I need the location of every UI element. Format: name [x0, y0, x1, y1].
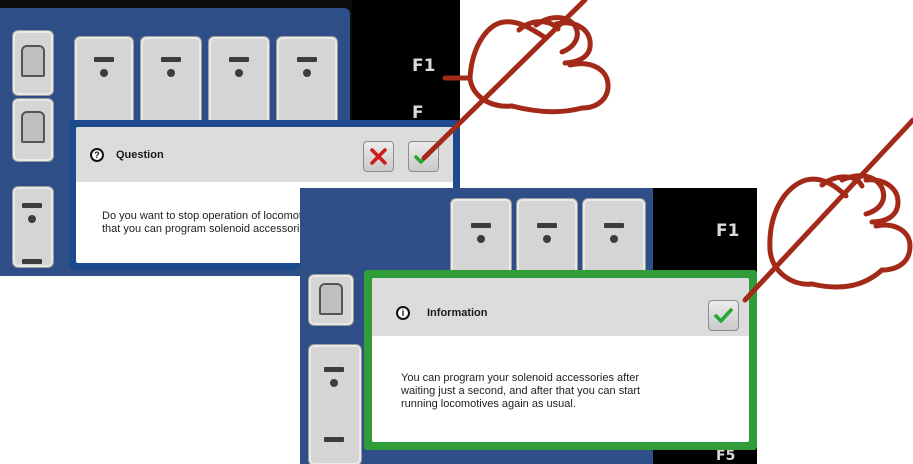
pen-hand-icon: [421, 0, 913, 303]
pen-hand-illustration: [421, 0, 913, 303]
